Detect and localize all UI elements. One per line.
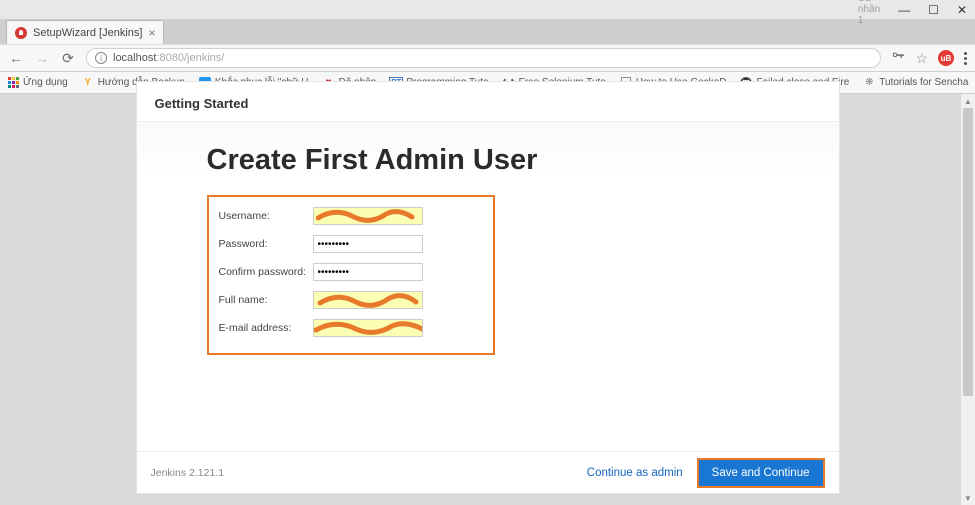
page-title: Create First Admin User xyxy=(207,144,839,177)
bookmark-star-icon[interactable]: ☆ xyxy=(915,50,928,67)
label-email: E-mail address: xyxy=(219,322,313,334)
row-confirm-password: Confirm password: xyxy=(219,263,483,281)
apps-label: Ứng dụng xyxy=(23,77,68,88)
nav-back-button[interactable]: ← xyxy=(8,50,24,66)
ublock-extension-icon[interactable]: uB xyxy=(938,50,954,66)
row-fullname: Full name: xyxy=(219,291,483,309)
url-text: localhost:8080/jenkins/ xyxy=(113,52,224,64)
setup-wizard-dialog: Getting Started Create First Admin User … xyxy=(137,82,839,493)
username-field[interactable] xyxy=(313,207,423,225)
address-bar[interactable]: i localhost:8080/jenkins/ xyxy=(86,48,881,68)
label-password: Password: xyxy=(219,238,313,250)
save-and-continue-button[interactable]: Save and Continue xyxy=(697,458,825,488)
label-confirm-password: Confirm password: xyxy=(219,266,313,278)
scroll-down-arrow[interactable]: ▼ xyxy=(961,491,975,505)
continue-as-admin-link[interactable]: Continue as admin xyxy=(587,467,683,479)
row-password: Password: xyxy=(219,235,483,253)
wizard-footer: Jenkins 2.121.1 Continue as admin Save a… xyxy=(137,451,839,493)
bookmark-icon: ❋ xyxy=(863,77,875,89)
email-field[interactable] xyxy=(313,319,423,337)
address-bar-row: ← → ⟳ i localhost:8080/jenkins/ ☆ uB xyxy=(0,44,975,72)
window-controls: Cá nhân 1 — ☐ ✕ xyxy=(0,0,975,20)
jenkins-version: Jenkins 2.121.1 xyxy=(151,467,225,479)
admin-user-form: Username: Password: Confirm password: Fu… xyxy=(207,195,495,355)
scrollbar-thumb[interactable] xyxy=(963,108,973,396)
fullname-field[interactable] xyxy=(313,291,423,309)
tab-title: SetupWizard [Jenkins] xyxy=(33,27,142,39)
tab-strip: SetupWizard [Jenkins] × xyxy=(0,20,975,44)
vertical-scrollbar[interactable]: ▲ ▼ xyxy=(961,94,975,505)
label-username: Username: xyxy=(219,210,313,222)
apps-grid-icon xyxy=(8,77,19,88)
address-bar-actions: ☆ uB xyxy=(891,49,967,68)
row-email: E-mail address: xyxy=(219,319,483,337)
confirm-password-field[interactable] xyxy=(313,263,423,281)
wizard-header: Getting Started xyxy=(137,82,839,122)
jenkins-favicon xyxy=(15,27,27,39)
window-close-button[interactable]: ✕ xyxy=(957,3,967,17)
password-field[interactable] xyxy=(313,235,423,253)
window-maximize-button[interactable]: ☐ xyxy=(928,3,939,17)
browser-tab[interactable]: SetupWizard [Jenkins] × xyxy=(6,20,164,44)
wizard-body: Create First Admin User Username: Passwo… xyxy=(137,122,839,451)
apps-button[interactable]: Ứng dụng xyxy=(8,77,68,88)
nav-forward-button[interactable]: → xyxy=(34,50,50,66)
label-fullname: Full name: xyxy=(219,294,313,306)
password-key-icon[interactable] xyxy=(891,49,905,68)
page-viewport: Getting Started Create First Admin User … xyxy=(0,94,975,505)
row-username: Username: xyxy=(219,207,483,225)
profile-label[interactable]: Cá nhân 1 xyxy=(858,0,880,26)
site-info-icon[interactable]: i xyxy=(95,52,107,64)
scroll-up-arrow[interactable]: ▲ xyxy=(961,94,975,108)
window-minimize-button[interactable]: — xyxy=(898,3,910,17)
bookmark-icon: Y xyxy=(82,77,94,89)
tab-close-button[interactable]: × xyxy=(148,26,155,40)
browser-menu-button[interactable] xyxy=(964,52,967,65)
bookmark-item[interactable]: ❋Tutorials for Sencha xyxy=(863,77,968,89)
nav-reload-button[interactable]: ⟳ xyxy=(60,50,76,66)
